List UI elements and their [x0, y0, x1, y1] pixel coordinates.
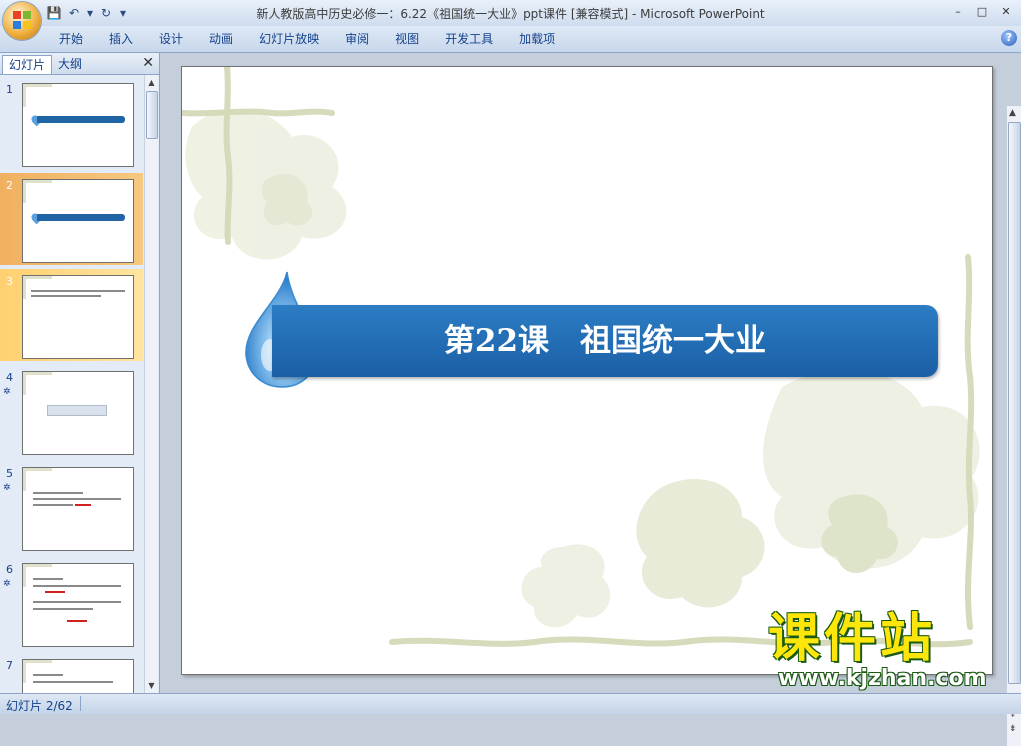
slide-number: 6 [6, 563, 13, 576]
tab-add-ins[interactable]: 加载项 [506, 30, 568, 48]
help-icon[interactable]: ? [1001, 30, 1017, 46]
office-logo-icon [13, 11, 31, 29]
thumb-highlight [45, 591, 65, 593]
slide-number: 4 [6, 371, 13, 384]
thumb-text-line [31, 295, 101, 297]
scroll-up-icon[interactable]: ▲ [146, 77, 157, 88]
tab-insert[interactable]: 插入 [96, 30, 146, 48]
slide-indicator: 幻灯片 2/62 [6, 699, 73, 713]
slide-number: 5 [6, 467, 13, 480]
thumb-text-line [33, 585, 121, 587]
scroll-thumb[interactable] [1008, 122, 1021, 684]
slide-canvas[interactable]: 第22课 祖国统一大业 [181, 66, 993, 675]
watermark-cn-text: 课件站 [768, 609, 937, 669]
tab-view[interactable]: 视图 [382, 30, 432, 48]
status-bar: 幻灯片 2/62 [0, 693, 1021, 714]
slide-title[interactable]: 第22课 祖国统一大业 [272, 305, 938, 377]
next-slide-icon[interactable]: ⇟ [1009, 724, 1017, 734]
ribbon: 开始 插入 设计 动画 幻灯片放映 审阅 视图 开发工具 加载项 ? [0, 26, 1021, 53]
tab-slides[interactable]: 幻灯片 [2, 55, 53, 74]
tab-developer[interactable]: 开发工具 [432, 30, 506, 48]
thumb-decoration [23, 84, 52, 107]
thumb-text-line [33, 578, 63, 580]
tab-slide-show[interactable]: 幻灯片放映 [246, 30, 332, 48]
slide-number: 2 [6, 179, 13, 192]
thumb-text-line [31, 290, 125, 292]
thumb-text-line [33, 492, 83, 494]
panel-close-icon[interactable]: ✕ [142, 55, 154, 71]
slide-thumbnail[interactable] [22, 275, 134, 359]
watermark-logo: 课件站 www.kjzhan.com [768, 612, 1008, 691]
slide-number: 7 [6, 659, 13, 672]
slide-thumbnail[interactable] [22, 179, 134, 263]
thumb-decoration [23, 660, 52, 683]
status-separator [80, 696, 81, 711]
tab-home[interactable]: 开始 [46, 30, 96, 48]
thumb-text-line [33, 504, 73, 506]
animation-icon: ✲ [3, 579, 11, 589]
panel-scrollbar[interactable]: ▲ ▼ [144, 75, 158, 693]
slide-thumbnail[interactable] [22, 83, 134, 167]
thumb-decoration [23, 372, 52, 395]
thumb-text-line [33, 681, 113, 683]
thumb-decoration [23, 180, 52, 203]
close-button[interactable]: ✕ [995, 2, 1017, 20]
tab-review[interactable]: 审阅 [332, 30, 382, 48]
slide-number: 3 [6, 275, 13, 288]
thumb-text-line [33, 498, 121, 500]
slide-thumbnail-row[interactable]: 6 ✲ [0, 557, 143, 649]
slide-thumbnail[interactable] [22, 563, 134, 647]
slide-number: 1 [6, 83, 13, 96]
slides-panel: 幻灯片 大纲 ✕ 1 2 3 4 ✲ 5 ✲ 6 ✲ 7 ▲ ▼ [0, 53, 160, 693]
animation-icon: ✲ [3, 387, 11, 397]
title-bar: 💾 ↶ ▾ ↻ ▾ 新人教版高中历史必修一：6.22《祖国统一大业》ppt课件 … [0, 0, 1021, 26]
scroll-thumb[interactable] [146, 91, 158, 139]
window-controls: – □ ✕ [947, 2, 1017, 20]
slide-thumbnail-row[interactable]: 3 [0, 269, 143, 361]
thumb-text-line [33, 601, 121, 603]
slide-thumbnail-row-selected[interactable]: 2 [0, 173, 143, 265]
slide-editor: 第22课 祖国统一大业 ▲ ▼ ⇞ ⇟ [160, 53, 1021, 746]
thumb-text-line [33, 674, 63, 676]
maximize-button[interactable]: □ [971, 2, 993, 20]
animation-icon: ✲ [3, 483, 11, 493]
thumb-text-line [33, 608, 93, 610]
tab-animations[interactable]: 动画 [196, 30, 246, 48]
office-button[interactable] [3, 2, 41, 40]
scroll-up-icon[interactable]: ▲ [1009, 108, 1016, 118]
slide-thumbnail-row[interactable]: 1 [0, 77, 143, 169]
panel-tabs: 幻灯片 大纲 ✕ [0, 53, 159, 75]
slide-thumbnail[interactable] [22, 371, 134, 455]
thumb-title-bar [37, 116, 125, 123]
thumb-decoration [23, 564, 52, 587]
tab-outline[interactable]: 大纲 [52, 55, 88, 73]
slide-thumbnail-row[interactable]: 5 ✲ [0, 461, 143, 553]
slide-thumbnail-row[interactable]: 4 ✲ [0, 365, 143, 457]
slide-thumbnail[interactable] [22, 659, 134, 693]
editor-scrollbar[interactable]: ▲ ▼ ⇞ ⇟ [1006, 106, 1021, 746]
thumb-title-bar [37, 214, 125, 221]
scroll-down-icon[interactable]: ▼ [146, 680, 157, 691]
thumbnail-list: 1 2 3 4 ✲ 5 ✲ 6 ✲ 7 [0, 75, 143, 693]
window-title: 新人教版高中历史必修一：6.22《祖国统一大业》ppt课件 [兼容模式] - M… [256, 7, 765, 21]
thumb-decoration [23, 468, 52, 491]
slide-thumbnail-row[interactable]: 7 [0, 653, 143, 693]
thumb-highlight [67, 620, 87, 622]
watermark-url-text: www.kjzhan.com [778, 666, 987, 691]
minimize-button[interactable]: – [947, 2, 969, 20]
ribbon-tabs: 开始 插入 设计 动画 幻灯片放映 审阅 视图 开发工具 加载项 [46, 30, 568, 48]
thumb-highlight [75, 504, 91, 506]
slide-thumbnail[interactable] [22, 467, 134, 551]
tab-design[interactable]: 设计 [146, 30, 196, 48]
thumb-text-box [47, 405, 107, 416]
